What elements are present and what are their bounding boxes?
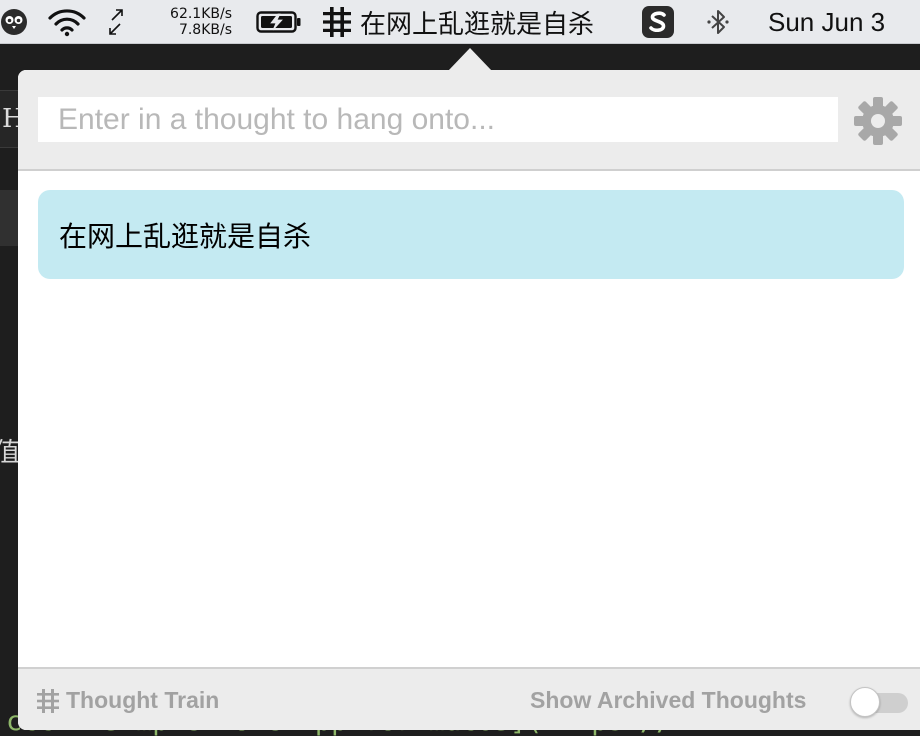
network-arrows-icon bbox=[106, 0, 128, 44]
sogou-input-icon[interactable] bbox=[641, 0, 677, 44]
brand-name: Thought Train bbox=[66, 687, 220, 713]
menubar-clock[interactable]: Sun Jun 3 bbox=[768, 0, 885, 44]
bluetooth-icon[interactable] bbox=[705, 0, 733, 44]
popover-arrow bbox=[448, 48, 492, 71]
owl-icon[interactable] bbox=[0, 0, 30, 44]
battery-charging-icon[interactable] bbox=[256, 0, 302, 44]
download-speed: 7.8KB/s bbox=[178, 22, 232, 38]
menubar-app-title-text: 在网上乱逛就是自杀 bbox=[360, 9, 595, 40]
wifi-icon[interactable] bbox=[47, 0, 89, 44]
show-archived-toggle[interactable] bbox=[850, 687, 908, 717]
menubar: 62.1KB/s 7.8KB/s 在网上乱逛就是自杀 Sun Jun 3 bbox=[0, 0, 920, 44]
train-track-icon bbox=[322, 6, 352, 38]
train-track-icon bbox=[37, 688, 59, 713]
thought-train-popover: 在网上乱逛就是自杀 Thought Train Show Archived Th… bbox=[18, 70, 920, 730]
popover-footer: Thought Train Show Archived Thoughts bbox=[18, 667, 920, 730]
brand: Thought Train bbox=[36, 669, 219, 730]
thought-text: 在网上乱逛就是自杀 bbox=[59, 219, 312, 253]
thought-input[interactable] bbox=[38, 97, 838, 142]
thought-card[interactable]: 在网上乱逛就是自杀 bbox=[38, 190, 904, 279]
background-window-panel bbox=[0, 190, 18, 246]
settings-button[interactable] bbox=[852, 95, 904, 147]
toggle-knob bbox=[850, 687, 880, 717]
network-speed: 62.1KB/s 7.8KB/s bbox=[140, 0, 232, 44]
popover-header bbox=[18, 70, 920, 171]
upload-speed: 62.1KB/s bbox=[170, 6, 232, 22]
gear-icon bbox=[854, 97, 902, 145]
menubar-app-title[interactable]: 在网上乱逛就是自杀 bbox=[322, 0, 594, 44]
show-archived-label: Show Archived Thoughts bbox=[530, 687, 807, 713]
background-window-glyph: 值 bbox=[0, 438, 21, 468]
